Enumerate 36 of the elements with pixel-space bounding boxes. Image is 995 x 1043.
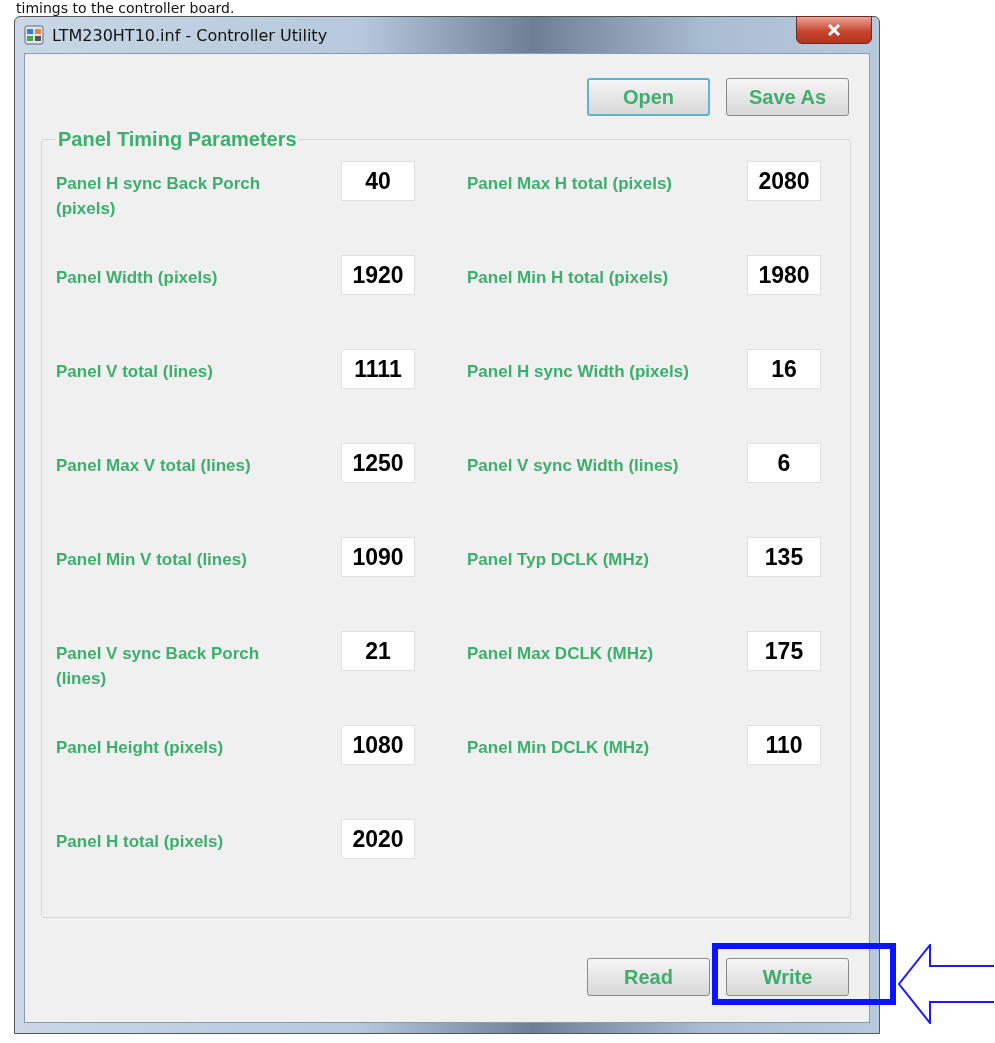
input-field[interactable]: 1080 [341,725,415,765]
field-label: Panel Min H total (pixels) [467,267,670,289]
input-field[interactable]: 1980 [747,255,821,295]
field-label: Panel V total (lines) [56,361,214,383]
input-field[interactable]: 1920 [341,255,415,295]
field-label: Panel Height (pixels) [56,737,225,759]
field-label: Panel V sync Width (lines) [467,455,680,477]
input-field[interactable]: 135 [747,537,821,577]
window-title: LTM230HT10.inf - Controller Utility [52,25,328,45]
field-label: Panel H sync Back Porch (pixels) [56,173,262,220]
field-label: Panel Max H total (pixels) [467,173,673,195]
field-label: Panel H sync Width (pixels) [467,361,690,383]
input-field[interactable]: 40 [341,161,415,201]
field-label: Panel H total (pixels) [56,831,225,853]
input-field[interactable]: 1111 [341,349,415,389]
app-icon [24,25,44,45]
input-field[interactable]: 6 [747,443,821,483]
group-title: Panel Timing Parameters [57,128,298,151]
input-field[interactable]: 110 [747,725,821,765]
field-label: Panel Max V total (lines) [56,455,252,477]
input-field[interactable]: 16 [747,349,821,389]
input-field[interactable]: 1090 [341,537,415,577]
input-field[interactable]: 1250 [341,443,415,483]
field-label: Panel Width (pixels) [56,267,219,289]
input-field[interactable]: 2080 [747,161,821,201]
field-label: Panel Typ DCLK (MHz) [467,549,650,571]
input-field[interactable]: 2020 [341,819,415,859]
field-label: Panel V sync Back Porch (lines) [56,643,261,690]
field-label: Panel Min DCLK (MHz) [467,737,651,759]
caption-text: timings to the controller board. [15,0,236,16]
close-button[interactable] [796,16,872,44]
input-field[interactable]: 175 [747,631,821,671]
field-label: Panel Max DCLK (MHz) [467,643,655,665]
close-icon [827,24,841,36]
input-field[interactable]: 21 [341,631,415,671]
field-label: Panel Min V total (lines) [56,549,248,571]
